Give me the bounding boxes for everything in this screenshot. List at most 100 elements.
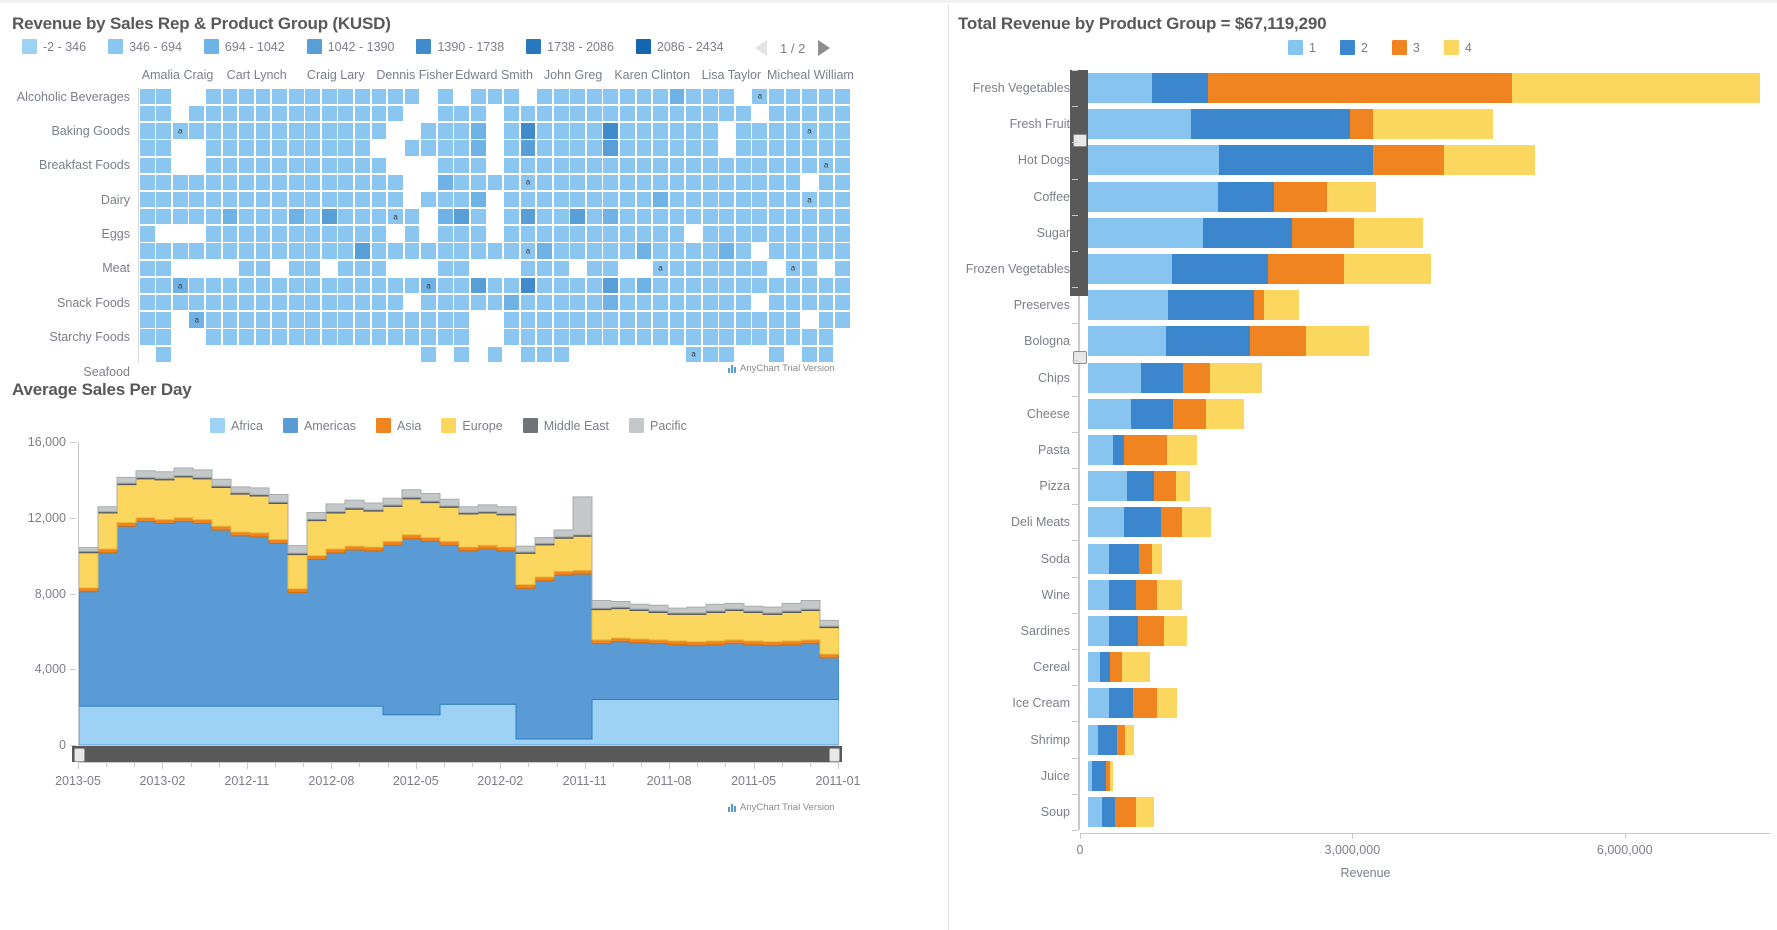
heatmap-cell[interactable]: [421, 346, 437, 362]
bar-segment-3[interactable]: [1137, 615, 1165, 646]
heatmap-cell[interactable]: [388, 174, 403, 191]
heatmap-cell[interactable]: [719, 209, 735, 225]
bar-segment-1[interactable]: [1088, 471, 1128, 502]
heatmap-cell[interactable]: [437, 174, 453, 191]
heatmap-cell[interactable]: [172, 191, 188, 208]
heatmap-cell[interactable]: [636, 329, 652, 345]
heatmap-cell[interactable]: [603, 260, 619, 277]
heatmap-cell[interactable]: [272, 243, 287, 259]
area-legend-item[interactable]: Pacific: [629, 418, 687, 433]
heatmap-cell[interactable]: [437, 123, 453, 139]
heatmap-cell[interactable]: [586, 243, 602, 259]
bar-row[interactable]: Cereal: [958, 649, 1773, 685]
heatmap-cell[interactable]: [752, 157, 768, 173]
heatmap-cell[interactable]: [371, 174, 387, 191]
scroll-thumb-right[interactable]: [829, 748, 840, 762]
bar-segment-3[interactable]: [1207, 73, 1512, 104]
heatmap-cell[interactable]: [139, 260, 155, 277]
heatmap-cell[interactable]: [553, 174, 569, 191]
heatmap-cell[interactable]: [206, 88, 221, 105]
heatmap-cell[interactable]: [388, 312, 403, 328]
heatmap-cell[interactable]: [470, 88, 486, 105]
heatmap-cell[interactable]: [288, 105, 304, 122]
heatmap-cell[interactable]: [570, 123, 586, 139]
heatmap-cell[interactable]: [305, 88, 321, 105]
heatmap-cell[interactable]: [487, 277, 503, 294]
bar-row[interactable]: Soda: [958, 540, 1773, 576]
heatmap-cell[interactable]: [619, 226, 635, 242]
heatmap-cell[interactable]: [321, 157, 337, 173]
heatmap-cell[interactable]: [619, 191, 635, 208]
heatmap-cell[interactable]: [156, 174, 172, 191]
heatmap-cell[interactable]: [802, 260, 817, 277]
heatmap-cell[interactable]: [255, 243, 271, 259]
heatmap-cell[interactable]: [636, 226, 652, 242]
bar-segment-2[interactable]: [1112, 434, 1125, 465]
heatmap-cell[interactable]: [272, 209, 287, 225]
heatmap-cell[interactable]: [719, 157, 735, 173]
heatmap-cell[interactable]: [288, 295, 304, 311]
bar-legend-item[interactable]: 3: [1391, 40, 1420, 55]
bar-segment-3[interactable]: [1160, 507, 1183, 538]
heatmap-cell[interactable]: [686, 260, 701, 277]
heatmap-cell[interactable]: [785, 226, 801, 242]
heatmap-cell[interactable]: [371, 243, 387, 259]
heatmap-cell[interactable]: [321, 277, 337, 294]
heatmap-cell[interactable]: [769, 277, 784, 294]
heatmap-cell[interactable]: [222, 277, 238, 294]
heatmap-cell[interactable]: [437, 191, 453, 208]
heatmap-cell[interactable]: [504, 123, 519, 139]
heatmap-cell[interactable]: [802, 226, 817, 242]
heatmap-cell[interactable]: [421, 123, 437, 139]
heatmap-cell[interactable]: [222, 157, 238, 173]
bar-segment-3[interactable]: [1133, 688, 1157, 719]
heatmap-cell[interactable]: [288, 157, 304, 173]
heatmap-cell[interactable]: [288, 312, 304, 328]
heatmap-cell[interactable]: [785, 88, 801, 105]
heatmap-cell[interactable]: [553, 191, 569, 208]
heatmap-cell[interactable]: [504, 174, 519, 191]
heatmap-cell[interactable]: [272, 88, 287, 105]
heatmap-cell[interactable]: [288, 243, 304, 259]
heatmap-cell[interactable]: [619, 277, 635, 294]
heatmap-cell[interactable]: [835, 312, 850, 328]
heatmap-cell[interactable]: [702, 226, 718, 242]
heatmap-cell[interactable]: [371, 226, 387, 242]
heatmap-cell[interactable]: [139, 226, 155, 242]
heatmap-cell[interactable]: [603, 226, 619, 242]
heatmap-cell[interactable]: [636, 174, 652, 191]
heatmap-cell[interactable]: [686, 243, 701, 259]
heatmap-cell[interactable]: [338, 226, 354, 242]
heatmap-cell[interactable]: [437, 312, 453, 328]
heatmap-cell[interactable]: [553, 312, 569, 328]
bar-segment-4[interactable]: [1136, 796, 1155, 827]
heatmap-cell[interactable]: [454, 191, 470, 208]
heatmap-cell[interactable]: [818, 174, 834, 191]
bar-segment-1[interactable]: [1088, 73, 1152, 104]
area-legend-item[interactable]: Asia: [376, 418, 421, 433]
bar-segment-1[interactable]: [1088, 362, 1141, 393]
heatmap-cell[interactable]: [752, 140, 768, 156]
heatmap-cell[interactable]: [222, 174, 238, 191]
heatmap-cell[interactable]: [719, 295, 735, 311]
bar-segment-4[interactable]: [1151, 543, 1162, 574]
heatmap-cell[interactable]: [156, 123, 172, 139]
heatmap-cell[interactable]: [371, 123, 387, 139]
heatmap-cell[interactable]: [156, 277, 172, 294]
heatmap-cell[interactable]: [222, 243, 238, 259]
heatmap-cell[interactable]: [619, 174, 635, 191]
heatmap-legend-item[interactable]: 346 - 694: [108, 39, 182, 54]
heatmap-cell[interactable]: [653, 174, 668, 191]
heatmap-cell[interactable]: [321, 105, 337, 122]
heatmap-cell[interactable]: [669, 174, 685, 191]
heatmap-cell[interactable]: [272, 174, 287, 191]
heatmap-cell[interactable]: [802, 88, 817, 105]
heatmap-cell[interactable]: [570, 312, 586, 328]
heatmap-cell[interactable]: [570, 174, 586, 191]
heatmap-cell[interactable]: [239, 209, 254, 225]
bar-segment-2[interactable]: [1108, 688, 1134, 719]
heatmap-cell[interactable]: [470, 277, 486, 294]
heatmap-cell[interactable]: [272, 295, 287, 311]
bar-segment-1[interactable]: [1088, 290, 1168, 321]
heatmap-cell[interactable]: [255, 329, 271, 345]
